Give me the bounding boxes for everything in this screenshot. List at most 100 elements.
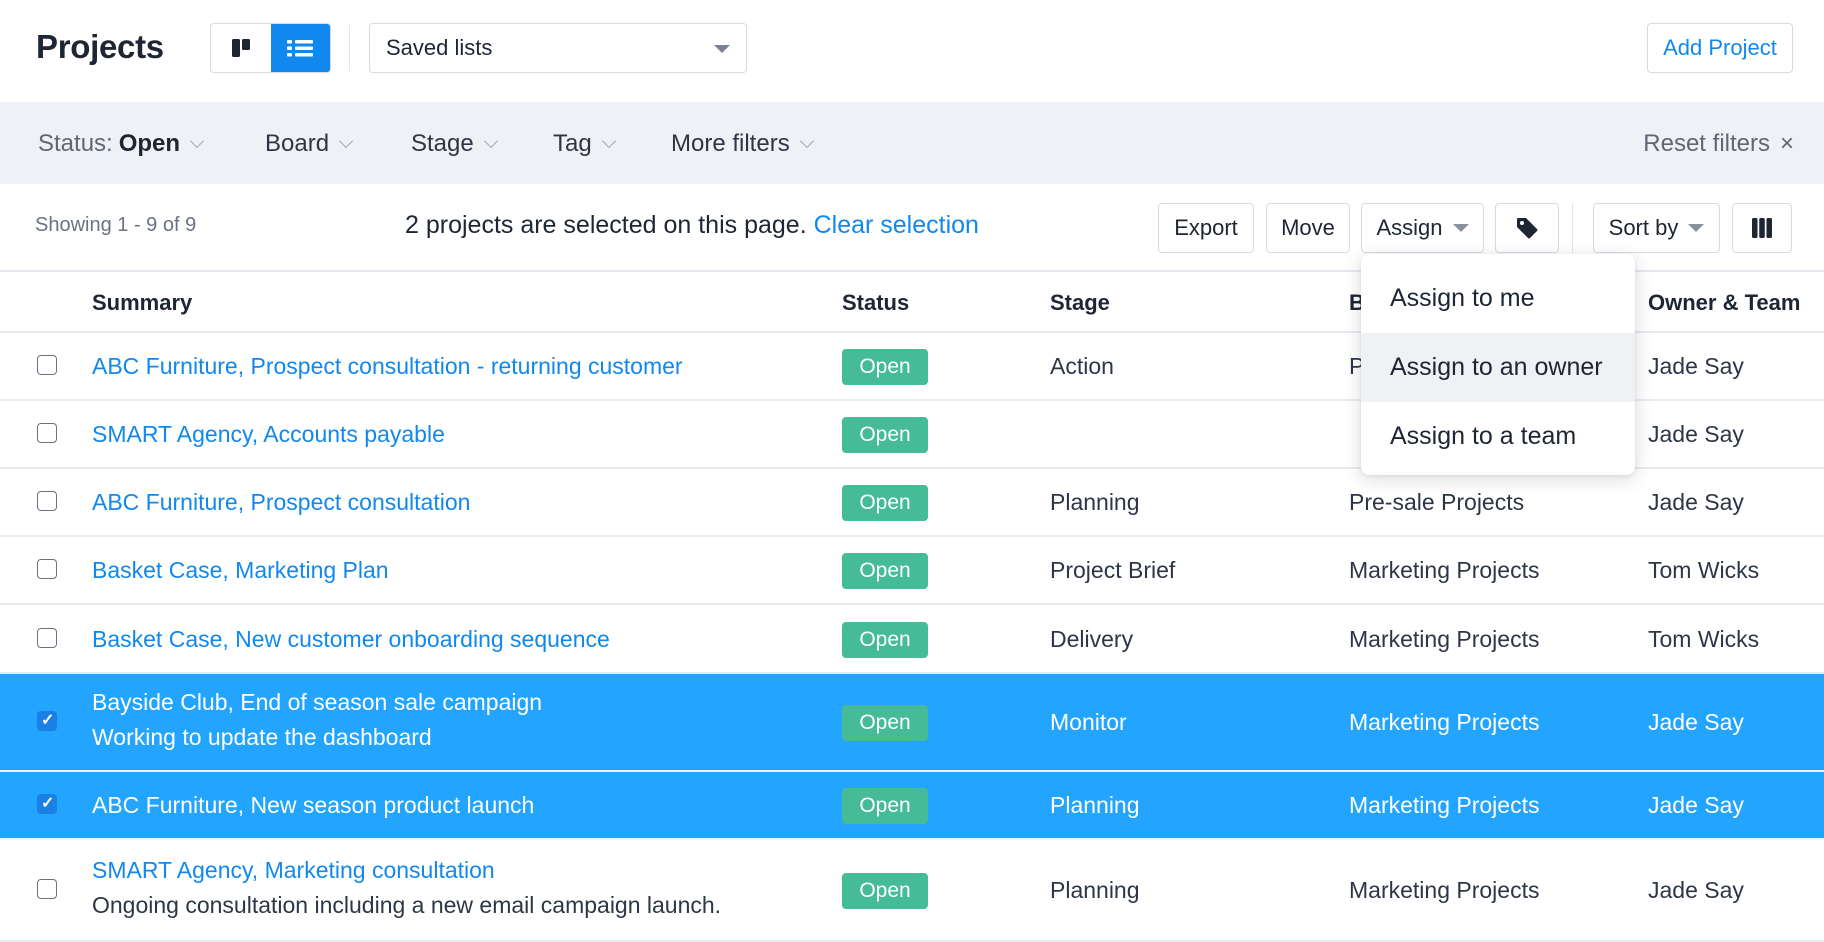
- column-header-stage[interactable]: Stage: [1050, 290, 1110, 316]
- board-cell: Marketing Projects: [1349, 877, 1540, 903]
- board-cell: Pre-sale Projects: [1349, 489, 1525, 515]
- saved-lists-select[interactable]: Saved lists: [369, 23, 747, 73]
- table-row[interactable]: Basket Case, New customer onboarding seq…: [0, 605, 1824, 674]
- stage-cell: Action: [1050, 353, 1114, 379]
- header-divider: [349, 25, 350, 71]
- page-header: Projects Saved lists Add Project: [0, 0, 1824, 102]
- status-badge: Open: [842, 553, 928, 589]
- stage-cell: Delivery: [1050, 625, 1134, 652]
- project-title-link[interactable]: ABC Furniture, New season product launch: [92, 792, 534, 819]
- project-subtitle: Working to update the dashboard: [92, 724, 432, 750]
- tag-button[interactable]: [1495, 203, 1559, 253]
- status-badge: Open: [842, 485, 928, 521]
- stage-cell: Monitor: [1050, 709, 1127, 735]
- summary-cell: Basket Case, Marketing Plan: [92, 557, 389, 584]
- row-checkbox[interactable]: [37, 627, 57, 648]
- project-title-link[interactable]: Basket Case, Marketing Plan: [92, 557, 389, 584]
- toolbar-divider: [1572, 203, 1573, 253]
- project-title-link[interactable]: Bayside Club, End of season sale campaig…: [92, 689, 542, 716]
- reset-filters-button[interactable]: Reset filters ×: [1643, 130, 1794, 158]
- row-checkbox[interactable]: [37, 491, 57, 511]
- row-checkbox[interactable]: [37, 559, 57, 579]
- summary-cell: SMART Agency, Accounts payable: [92, 421, 445, 448]
- assign-label: Assign: [1376, 215, 1443, 240]
- columns-icon: [1752, 218, 1772, 238]
- saved-lists-label: Saved lists: [386, 35, 493, 60]
- view-toggle: [210, 23, 331, 73]
- owner-cell: Jade Say: [1648, 421, 1744, 447]
- table-row[interactable]: Bayside Club, End of season sale campaig…: [0, 674, 1824, 772]
- assign-button[interactable]: Assign: [1361, 203, 1484, 253]
- clear-selection-link[interactable]: Clear selection: [814, 211, 979, 239]
- owner-cell: Jade Say: [1648, 792, 1744, 818]
- move-button[interactable]: Move: [1266, 203, 1350, 253]
- summary-cell: Bayside Club, End of season sale campaig…: [92, 689, 542, 751]
- filter-tag-label: Tag: [553, 130, 592, 157]
- caret-down-icon: [1688, 224, 1705, 232]
- row-checkbox[interactable]: [37, 710, 57, 731]
- assign-to-team-option[interactable]: Assign to a team: [1361, 402, 1635, 471]
- chevron-down-icon: [338, 133, 354, 149]
- board-cell: Marketing Projects: [1349, 792, 1540, 818]
- column-header-owner-team[interactable]: Owner & Team: [1648, 290, 1800, 316]
- filter-more[interactable]: More filters: [671, 130, 814, 158]
- project-title-link[interactable]: Basket Case, New customer onboarding seq…: [92, 626, 610, 653]
- export-button[interactable]: Export: [1158, 203, 1254, 253]
- row-checkbox[interactable]: [37, 355, 57, 375]
- list-icon: [287, 40, 314, 57]
- board-cell: Marketing Projects: [1349, 709, 1540, 735]
- sort-by-button[interactable]: Sort by: [1593, 203, 1720, 253]
- owner-cell: Tom Wicks: [1648, 557, 1760, 583]
- kanban-icon: [231, 39, 250, 57]
- chevron-down-icon: [483, 133, 498, 149]
- table-row[interactable]: Basket Case, Marketing Plan Open Project B…: [0, 537, 1824, 605]
- filter-board[interactable]: Board: [265, 130, 354, 158]
- sort-by-label: Sort by: [1608, 215, 1679, 240]
- tag-icon: [1517, 218, 1538, 239]
- owner-cell: Jade Say: [1648, 877, 1744, 903]
- reset-filters-label: Reset filters: [1643, 130, 1770, 157]
- table-row[interactable]: ABC Furniture, New season product launch…: [0, 772, 1824, 840]
- summary-cell: SMART Agency, Marketing consultation Ongo…: [92, 857, 721, 919]
- table-row[interactable]: ABC Furniture, Prospect consultation Open…: [0, 469, 1824, 537]
- page-title: Projects: [36, 28, 164, 65]
- column-header-status[interactable]: Status: [842, 290, 909, 316]
- caret-down-icon: [714, 45, 730, 53]
- stage-cell: Project Brief: [1050, 557, 1176, 583]
- assign-to-owner-option[interactable]: Assign to an owner: [1361, 333, 1635, 402]
- project-title-link[interactable]: ABC Furniture, Prospect consultation: [92, 489, 470, 516]
- board-cell: Marketing Projects: [1349, 625, 1540, 652]
- project-title-link[interactable]: SMART Agency, Accounts payable: [92, 421, 445, 448]
- row-checkbox[interactable]: [37, 879, 57, 899]
- stage-cell: Planning: [1050, 792, 1140, 818]
- owner-cell: Jade Say: [1648, 489, 1744, 515]
- columns-button[interactable]: [1732, 203, 1792, 253]
- row-checkbox[interactable]: [37, 793, 57, 814]
- column-header-summary[interactable]: Summary: [92, 290, 192, 316]
- filter-more-label: More filters: [671, 130, 790, 157]
- summary-cell: ABC Furniture, Prospect consultation: [92, 489, 470, 516]
- status-badge: Open: [842, 788, 928, 824]
- list-view-button[interactable]: [270, 24, 330, 72]
- project-title-link[interactable]: SMART Agency, Marketing consultation: [92, 857, 721, 884]
- owner-cell: Jade Say: [1648, 353, 1744, 379]
- board-view-button[interactable]: [211, 24, 271, 72]
- stage-cell: Planning: [1050, 877, 1140, 903]
- project-subtitle: Ongoing consultation including a new ema…: [92, 892, 722, 918]
- filter-board-label: Board: [265, 130, 330, 157]
- row-checkbox[interactable]: [37, 423, 57, 443]
- filter-stage[interactable]: Stage: [411, 130, 498, 158]
- stage-cell: Planning: [1050, 489, 1140, 515]
- selection-message: 2 projects are selected on this page. Cl…: [405, 211, 979, 240]
- summary-cell: ABC Furniture, New season product launch: [92, 792, 534, 819]
- owner-cell: Tom Wicks: [1648, 625, 1760, 652]
- project-title-link[interactable]: ABC Furniture, Prospect consultation - r…: [92, 353, 683, 380]
- assign-to-me-option[interactable]: Assign to me: [1361, 264, 1635, 333]
- showing-count: Showing 1 - 9 of 9: [35, 214, 197, 236]
- filter-status[interactable]: Status: Open: [38, 130, 205, 158]
- filter-tag[interactable]: Tag: [553, 130, 616, 158]
- table-row[interactable]: SMART Agency, Marketing consultation Ongo…: [0, 840, 1824, 942]
- chevron-down-icon: [799, 133, 814, 149]
- status-badge: Open: [842, 705, 928, 741]
- add-project-button[interactable]: Add Project: [1647, 23, 1793, 73]
